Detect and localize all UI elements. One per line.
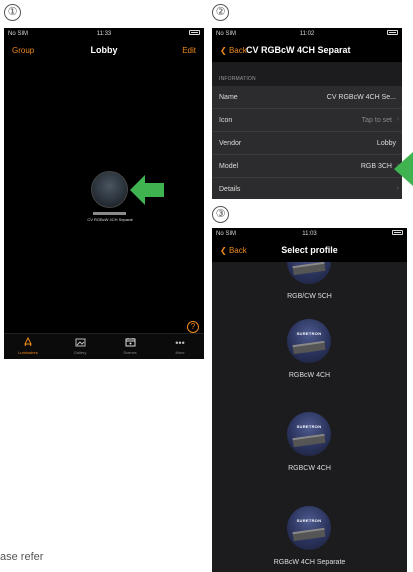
- clock-label: 11:33: [96, 31, 112, 37]
- brand-logo: SURETRON: [296, 518, 322, 523]
- gallery-icon: [60, 337, 100, 349]
- luminaire-level-bar: [93, 212, 126, 215]
- nav-bar: Group Lobby Edit: [4, 40, 204, 62]
- pointer-arrow-icon: [130, 175, 164, 205]
- row-key: Name: [219, 94, 238, 101]
- step-2-badge: ②: [212, 4, 229, 21]
- chevron-right-icon: ›: [396, 116, 399, 123]
- tab-bar: Luminaires Gallery Scenes ••• More: [4, 333, 204, 359]
- tab-luminaires[interactable]: Luminaires: [8, 336, 48, 355]
- tab-more[interactable]: ••• More: [160, 337, 200, 355]
- profile-label: RGBCW 4CH: [288, 465, 331, 472]
- row-value: RGB 3CH: [360, 163, 392, 170]
- battery-icon: [392, 230, 403, 236]
- row-value: Lobby: [376, 140, 396, 147]
- battery-icon: [387, 30, 398, 36]
- luminaire-label: CV RGBcW 4CH Separat: [87, 217, 133, 222]
- luminaire-tile[interactable]: [91, 171, 128, 208]
- brand-logo: SURETRON: [296, 331, 322, 336]
- help-button[interactable]: ?: [187, 321, 199, 333]
- info-row-details[interactable]: Details ›: [212, 178, 402, 199]
- tab-label: More: [175, 350, 185, 355]
- profile-item[interactable]: SURETRON RGBcW 4CH Separate: [212, 506, 407, 572]
- back-button[interactable]: ❮ Back: [220, 46, 247, 55]
- info-row-icon[interactable]: Icon Tap to set ›: [212, 109, 402, 132]
- row-key: Model: [219, 163, 239, 170]
- profile-image: [287, 262, 331, 284]
- row-key: Details: [219, 186, 241, 193]
- pointer-arrow-icon: [394, 152, 413, 186]
- tab-label: Gallery: [73, 350, 87, 355]
- info-row-name[interactable]: Name CV RGBcW 4CH Se...: [212, 86, 402, 109]
- clock-label: 11:03: [302, 231, 317, 237]
- profile-image: SURETRON: [287, 412, 331, 456]
- nav-bar: ❮ Back Select profile: [212, 240, 407, 262]
- section-title: INFORMATION: [219, 76, 256, 82]
- step-1-badge: ①: [4, 4, 21, 21]
- info-row-vendor: Vendor Lobby: [212, 132, 402, 155]
- chevron-left-icon: ❮: [220, 46, 227, 55]
- more-icon: •••: [175, 338, 185, 348]
- status-bar: No SIM 11:02: [212, 28, 402, 40]
- edit-button[interactable]: Edit: [182, 46, 196, 55]
- profile-list[interactable]: RGB/CW 5CH SURETRON RGBcW 4CH SURETRON R…: [212, 262, 407, 572]
- profile-label: RGB/CW 5CH: [287, 293, 332, 300]
- tab-scenes[interactable]: Scenes: [110, 337, 150, 355]
- tab-gallery[interactable]: Gallery: [60, 337, 100, 355]
- page-title: Select profile: [281, 245, 338, 255]
- profile-label: RGBcW 4CH: [288, 372, 331, 379]
- scenes-icon: [110, 337, 150, 349]
- footnote-text: ase refer: [0, 551, 44, 563]
- profile-image: SURETRON: [287, 506, 331, 550]
- back-label: Back: [228, 46, 247, 55]
- info-row-model[interactable]: Model RGB 3CH ›: [212, 155, 402, 178]
- luminaire-icon: [8, 336, 48, 349]
- section-header: INFORMATION: [212, 62, 402, 86]
- row-key: Vendor: [219, 140, 242, 147]
- profile-item[interactable]: SURETRON RGBCW 4CH: [212, 412, 407, 484]
- luminaire-info-screen: No SIM 11:02 ❮ Back CV RGBcW 4CH Separat…: [212, 28, 402, 199]
- status-bar: No SIM 11:03: [212, 228, 407, 240]
- profile-label: RGBcW 4CH Separate: [273, 559, 346, 566]
- tab-label: Luminaires: [18, 350, 38, 355]
- row-value: Tap to set: [361, 117, 392, 124]
- tab-label: Scenes: [123, 350, 137, 355]
- step-3-badge: ③: [212, 206, 229, 223]
- profile-image: SURETRON: [287, 319, 331, 363]
- battery-icon: [189, 30, 200, 36]
- chevron-right-icon: ›: [396, 185, 399, 192]
- clock-label: 11:02: [299, 31, 315, 37]
- select-profile-screen: No SIM 11:03 ❮ Back Select profile RGB/C…: [212, 228, 407, 572]
- lobby-screen: No SIM 11:33 Group Lobby Edit CV RGBcW 4…: [4, 28, 204, 359]
- nav-bar: ❮ Back CV RGBcW 4CH Separat: [212, 40, 402, 62]
- profile-item[interactable]: RGB/CW 5CH: [212, 262, 407, 312]
- brand-logo: SURETRON: [296, 424, 322, 429]
- profile-item[interactable]: SURETRON RGBcW 4CH: [212, 319, 407, 391]
- row-value: CV RGBcW 4CH Se...: [326, 94, 396, 101]
- page-title: CV RGBcW 4CH Separat: [246, 45, 351, 55]
- page-title: Lobby: [90, 45, 118, 55]
- row-key: Icon: [219, 117, 233, 124]
- status-bar: No SIM 11:33: [4, 28, 204, 40]
